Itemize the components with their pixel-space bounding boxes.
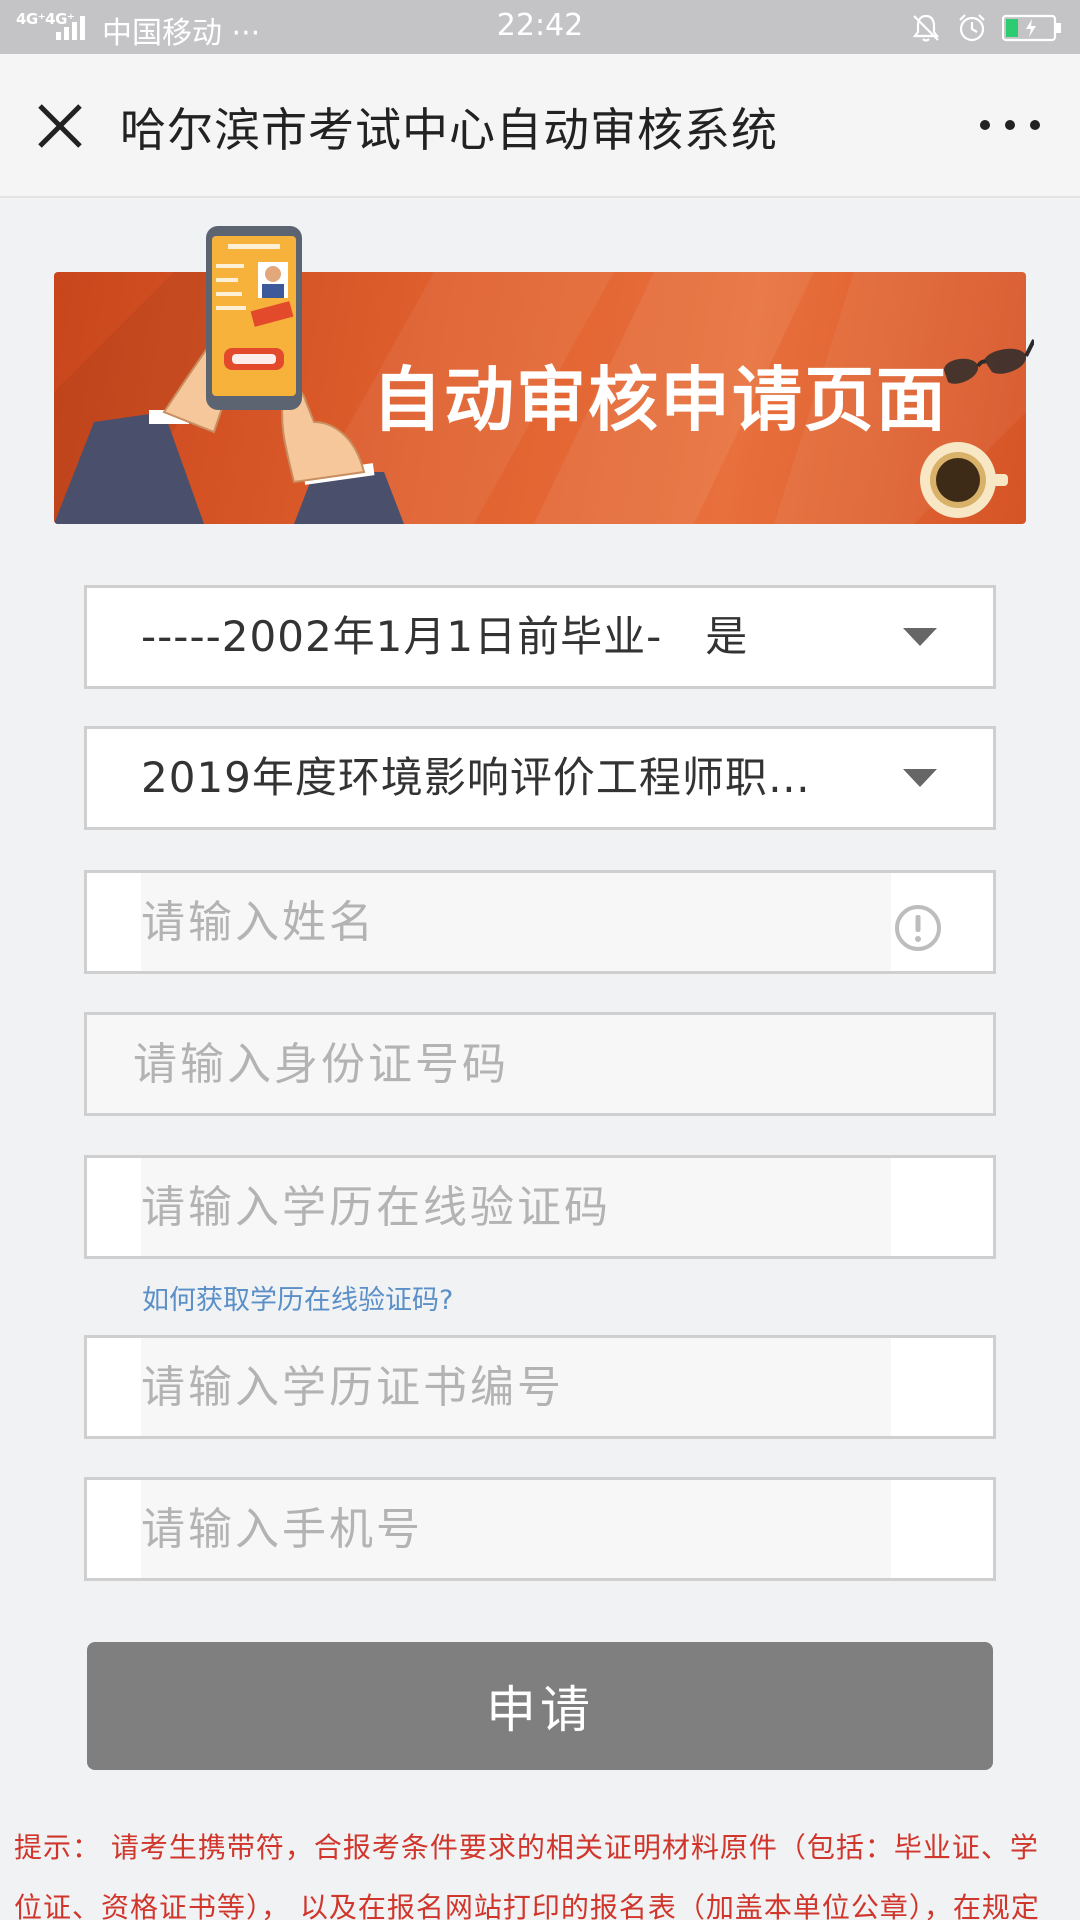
alarm-icon: [959, 14, 985, 42]
more-dot-icon: [1005, 120, 1015, 130]
tip-text: 提示： 请考生携带符，合报考条件要求的相关证明材料原件（包括：毕业证、学位证、资…: [14, 1831, 1040, 1920]
graduation-select-value: -----2002年1月1日前毕业- 是: [141, 612, 749, 661]
verify-code-input[interactable]: [141, 1158, 891, 1256]
chevron-down-icon: [903, 769, 937, 787]
graduation-select[interactable]: -----2002年1月1日前毕业- 是: [84, 585, 996, 689]
status-icons: [910, 10, 1062, 46]
battery-charging-icon: [1002, 14, 1061, 42]
name-input[interactable]: [141, 873, 891, 971]
id-number-input[interactable]: [87, 1015, 993, 1113]
apply-button[interactable]: 申请: [87, 1642, 993, 1770]
verify-code-help-link[interactable]: 如何获取学历在线验证码?: [142, 1278, 453, 1317]
title-bar: 哈尔滨市考试中心自动审核系统: [0, 54, 1080, 198]
verify-code-field: [84, 1155, 996, 1259]
status-bar: 4G⁺4G⁺ 中国移动 ··· 22:42: [0, 0, 1080, 54]
page-title: 哈尔滨市考试中心自动审核系统: [120, 103, 778, 157]
more-menu-button[interactable]: [980, 110, 1040, 140]
mute-bell-icon: [912, 14, 940, 42]
coffee-cup-illustration: [920, 442, 1008, 518]
chevron-down-icon: [903, 628, 937, 646]
banner: 自动审核申请页面: [54, 226, 1034, 524]
banner-title: 自动审核申请页面: [372, 359, 948, 441]
name-field: [84, 870, 996, 974]
exam-select[interactable]: 2019年度环境影响评价工程师职…: [84, 726, 996, 830]
id-number-field: [84, 1012, 996, 1116]
glasses-illustration: [944, 339, 1034, 384]
alert-circle-icon: [895, 905, 941, 951]
more-dot-icon: [1030, 120, 1040, 130]
exam-select-value: 2019年度环境影响评价工程师职…: [141, 753, 811, 802]
phone-input[interactable]: [141, 1480, 891, 1578]
phone-field: [84, 1477, 996, 1581]
more-dot-icon: [980, 120, 990, 130]
phone-illustration: [206, 226, 302, 410]
close-icon[interactable]: [34, 100, 86, 152]
cert-number-field: [84, 1335, 996, 1439]
cert-number-input[interactable]: [141, 1338, 891, 1436]
